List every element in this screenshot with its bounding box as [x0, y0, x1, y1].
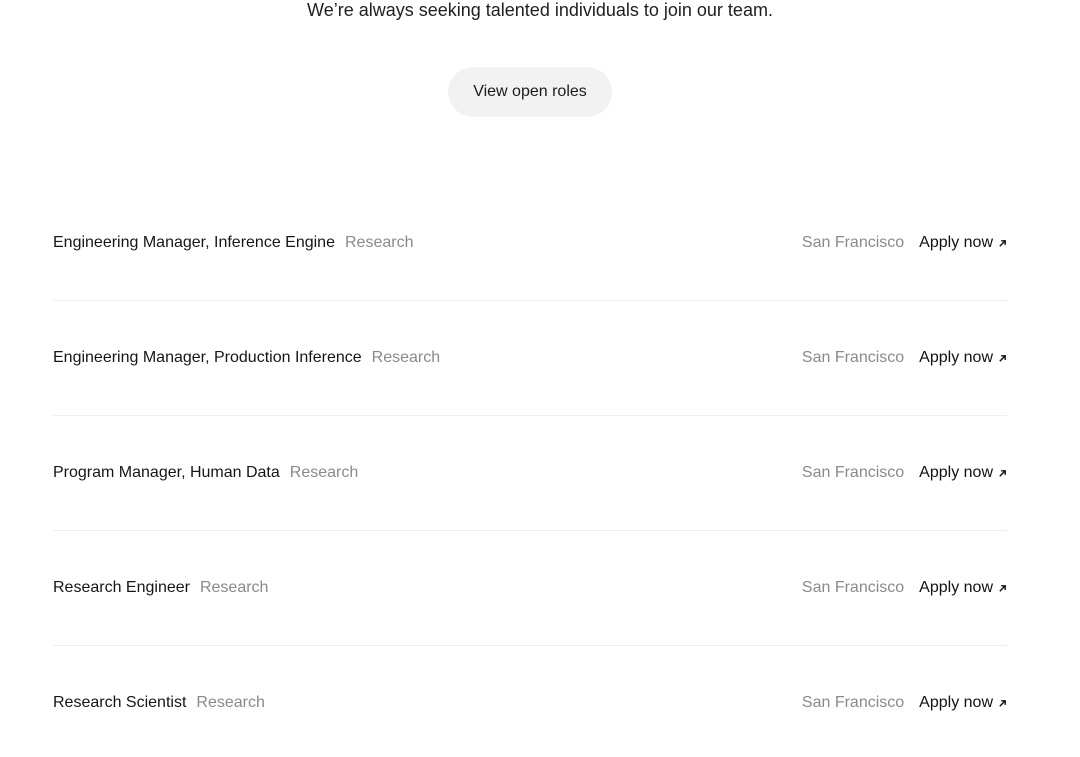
role-info: Program Manager, Human Data Research [53, 463, 358, 483]
role-location: San Francisco [801, 579, 905, 596]
apply-now-label: Apply now [919, 234, 993, 251]
role-location: San Francisco [801, 464, 905, 481]
role-location: San Francisco [801, 234, 905, 251]
role-department: Research [344, 234, 414, 251]
role-title[interactable]: Engineering Manager, Production Inferenc… [53, 348, 362, 368]
arrow-up-right-icon [999, 699, 1006, 707]
apply-now-label: Apply now [919, 694, 993, 711]
apply-now-label: Apply now [919, 349, 993, 366]
role-meta: San Francisco Apply now [802, 578, 1007, 598]
apply-now-link[interactable]: Apply now [919, 463, 1007, 483]
apply-now-link[interactable]: Apply now [919, 348, 1007, 368]
role-title[interactable]: Program Manager, Human Data [53, 463, 280, 483]
role-row: Engineering Manager, Inference Engine Re… [53, 186, 1007, 301]
cta-container: View open roles [0, 67, 1060, 117]
arrow-up-right-icon [999, 354, 1006, 362]
arrow-up-right-icon [999, 469, 1006, 477]
role-title[interactable]: Research Engineer [53, 578, 190, 598]
role-location: San Francisco [801, 694, 905, 711]
role-department: Research [196, 694, 265, 711]
role-department: Research [371, 349, 441, 366]
apply-now-label: Apply now [919, 464, 993, 481]
role-row: Research Scientist Research San Francisc… [53, 646, 1007, 757]
view-open-roles-button[interactable]: View open roles [448, 67, 612, 117]
role-meta: San Francisco Apply now [802, 693, 1007, 713]
role-info: Research Engineer Research [53, 578, 268, 598]
apply-now-link[interactable]: Apply now [919, 578, 1007, 598]
role-row: Engineering Manager, Production Inferenc… [53, 301, 1007, 416]
role-row: Program Manager, Human Data Research San… [53, 416, 1007, 531]
intro-text: We’re always seeking talented individual… [307, 0, 773, 20]
role-title[interactable]: Research Scientist [53, 693, 186, 713]
apply-now-link[interactable]: Apply now [919, 233, 1007, 253]
role-title[interactable]: Engineering Manager, Inference Engine [53, 233, 335, 253]
role-department: Research [199, 579, 269, 596]
role-meta: San Francisco Apply now [802, 348, 1007, 368]
role-info: Engineering Manager, Production Inferenc… [53, 348, 440, 368]
role-info: Engineering Manager, Inference Engine Re… [53, 233, 413, 253]
role-info: Research Scientist Research [53, 693, 265, 713]
apply-now-link[interactable]: Apply now [919, 693, 1007, 713]
role-meta: San Francisco Apply now [802, 233, 1007, 253]
apply-now-label: Apply now [919, 579, 993, 596]
roles-list: Engineering Manager, Inference Engine Re… [53, 186, 1007, 757]
careers-section: We’re always seeking talented individual… [0, 0, 1080, 757]
role-location: San Francisco [801, 349, 905, 366]
arrow-up-right-icon [999, 239, 1006, 247]
role-row: Research Engineer Research San Francisco… [53, 531, 1007, 646]
role-department: Research [289, 464, 359, 481]
role-meta: San Francisco Apply now [802, 463, 1007, 483]
arrow-up-right-icon [999, 584, 1006, 592]
